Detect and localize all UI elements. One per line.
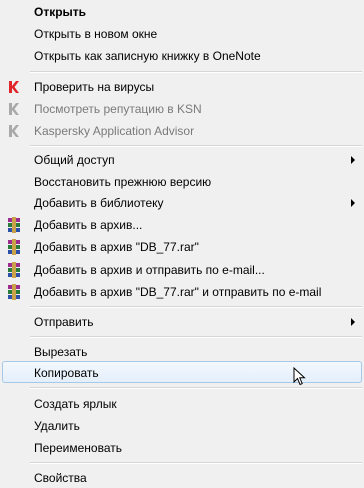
menu-item-ksn-reputation: Посмотреть репутацию в KSN bbox=[2, 97, 362, 119]
menu-item-share[interactable]: Общий доступ bbox=[2, 148, 362, 170]
submenu-arrow-icon bbox=[351, 156, 355, 164]
menu-item-properties[interactable]: Свойства bbox=[2, 466, 362, 488]
menu-item-open[interactable]: Открыть bbox=[2, 0, 362, 22]
menu-separator bbox=[30, 145, 362, 147]
menu-item-label: Вырезать bbox=[34, 345, 88, 359]
kaspersky-icon bbox=[9, 81, 19, 93]
menu-item-archive-email[interactable]: Добавить в архив и отправить по e-mail..… bbox=[2, 258, 362, 280]
submenu-arrow-icon bbox=[351, 199, 355, 207]
kaspersky-icon bbox=[9, 103, 19, 115]
menu-item-label: Посмотреть репутацию в KSN bbox=[34, 102, 202, 116]
menu-item-add-to-library[interactable]: Добавить в библиотеку bbox=[2, 191, 362, 213]
menu-item-create-shortcut[interactable]: Создать ярлык bbox=[2, 392, 362, 414]
menu-item-add-to-rar[interactable]: Добавить в архив "DB_77.rar" bbox=[2, 235, 362, 257]
menu-item-label: Отправить bbox=[34, 315, 94, 329]
menu-item-scan-virus[interactable]: Проверить на вирусы bbox=[2, 75, 362, 97]
menu-separator bbox=[30, 462, 362, 464]
menu-separator bbox=[30, 306, 362, 308]
submenu-arrow-icon bbox=[351, 318, 355, 326]
winrar-archive-icon bbox=[8, 239, 20, 255]
menu-item-label: Добавить в архив и отправить по e-mail..… bbox=[34, 263, 265, 277]
menu-item-open-new-window[interactable]: Открыть в новом окне bbox=[2, 22, 362, 44]
winrar-archive-icon bbox=[8, 217, 20, 233]
menu-item-open-onenote[interactable]: Открыть как записную книжку в OneNote bbox=[2, 44, 362, 66]
menu-item-add-to-archive[interactable]: Добавить в архив... bbox=[2, 213, 362, 235]
menu-item-label: Создать ярлык bbox=[34, 397, 117, 411]
menu-item-label: Копировать bbox=[34, 366, 99, 380]
kaspersky-icon bbox=[9, 125, 19, 137]
menu-item-label: Добавить в архив "DB_77.rar" bbox=[34, 240, 199, 254]
menu-item-label: Проверить на вирусы bbox=[34, 80, 155, 94]
menu-item-copy[interactable]: Копировать bbox=[2, 361, 362, 383]
menu-separator bbox=[30, 387, 362, 389]
menu-item-label: Открыть как записную книжку в OneNote bbox=[34, 49, 261, 63]
menu-separator bbox=[30, 336, 362, 338]
menu-separator bbox=[30, 71, 362, 73]
menu-item-rename[interactable]: Переименовать bbox=[2, 436, 362, 458]
menu-item-label: Переименовать bbox=[34, 441, 122, 455]
menu-item-label: Свойства bbox=[34, 471, 87, 485]
menu-item-label: Удалить bbox=[34, 419, 80, 433]
winrar-archive-icon bbox=[8, 284, 20, 300]
menu-item-rar-email[interactable]: Добавить в архив "DB_77.rar" и отправить… bbox=[2, 280, 362, 302]
winrar-archive-icon bbox=[8, 262, 20, 278]
menu-item-send-to[interactable]: Отправить bbox=[2, 310, 362, 332]
menu-item-label: Kaspersky Application Advisor bbox=[34, 124, 195, 138]
menu-item-cut[interactable]: Вырезать bbox=[2, 340, 362, 362]
menu-item-label: Добавить в архив "DB_77.rar" и отправить… bbox=[34, 285, 322, 299]
menu-item-label: Добавить в библиотеку bbox=[34, 196, 164, 210]
menu-item-label: Открыть bbox=[34, 5, 87, 19]
menu-item-label: Открыть в новом окне bbox=[34, 27, 158, 41]
menu-item-label: Восстановить прежнюю версию bbox=[34, 175, 212, 189]
menu-item-kaspersky-advisor: Kaspersky Application Advisor bbox=[2, 119, 362, 141]
menu-item-label: Общий доступ bbox=[34, 153, 115, 167]
context-menu: Открыть Открыть в новом окне Открыть как… bbox=[0, 0, 364, 488]
menu-item-restore-version[interactable]: Восстановить прежнюю версию bbox=[2, 170, 362, 192]
menu-item-delete[interactable]: Удалить bbox=[2, 414, 362, 436]
menu-item-label: Добавить в архив... bbox=[34, 218, 143, 232]
mouse-cursor-icon bbox=[293, 367, 306, 386]
